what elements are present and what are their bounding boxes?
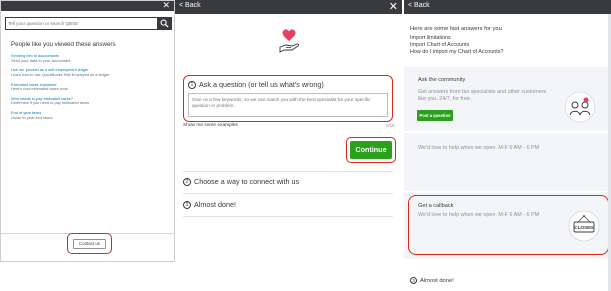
- show-examples-link[interactable]: Show me some examples: [183, 123, 238, 128]
- divider: [183, 171, 393, 172]
- question-textarea[interactable]: [188, 93, 388, 117]
- community-text-line: like you, 24/7, for free.: [418, 96, 472, 102]
- step-number: 2: [183, 177, 191, 186]
- close-icon[interactable]: ✕: [162, 0, 170, 10]
- fast-answers-list: Import limitations Import Chart of Accou…: [410, 35, 503, 56]
- fast-answer-link[interactable]: Import limitations: [410, 35, 503, 42]
- step-label: Almost done!: [194, 200, 236, 209]
- fast-answer-link[interactable]: Import Chart of Accounts: [410, 42, 503, 49]
- close-icon[interactable]: ✕: [389, 0, 398, 13]
- search-input[interactable]: [6, 18, 157, 29]
- panel-top-bar: < Back: [404, 0, 611, 14]
- community-text: Get answers from tax specialists and oth…: [418, 89, 546, 103]
- answer-item[interactable]: Use our product as a self-employment led…: [11, 68, 169, 77]
- search-panel: ✕ People like you viewed these answers S…: [0, 0, 175, 262]
- fast-answer-link[interactable]: How do I import my Chart of Accounts?: [410, 49, 503, 56]
- ask-question-panel: < Back ✕ 1 Ask a question (or tell us wh…: [175, 0, 402, 262]
- community-text-line: Get answers from tax specialists and oth…: [418, 89, 547, 95]
- answer-subtitle: Determine if you need to pay estimated t…: [11, 100, 90, 106]
- divider: [183, 216, 393, 217]
- answer-item[interactable]: Who needs to pay estimated taxes? Determ…: [11, 96, 169, 106]
- step-number: 3: [183, 200, 191, 209]
- answer-subtitle: Send your data to your accountant: [11, 57, 71, 63]
- back-link[interactable]: < Back: [179, 2, 201, 9]
- heart-hand-icon: [279, 29, 299, 53]
- step-label: Choose a way to connect with us: [194, 177, 300, 186]
- step-3-header[interactable]: 3 Almost done!: [183, 200, 236, 209]
- community-title: Ask the community: [418, 77, 466, 83]
- search-icon[interactable]: [160, 19, 169, 28]
- answer-item[interactable]: Estimated taxes explained Here's how est…: [11, 82, 169, 92]
- search-bar: [5, 17, 172, 30]
- closed-sign-label: CLOSED: [574, 225, 594, 230]
- step-2-header[interactable]: 2 Choose a way to connect with us: [183, 177, 299, 186]
- step-3-header[interactable]: 3 Almost done!: [410, 277, 454, 284]
- answer-subtitle: Learn how to use QuickBooks Self-Employe…: [11, 71, 110, 77]
- answer-subtitle: Here's how estimated taxes work: [11, 86, 68, 92]
- character-counter: 0/10: [386, 123, 395, 128]
- post-question-button[interactable]: Post a question: [417, 110, 453, 121]
- answer-subtitle: Guide to year-end taxes: [11, 114, 53, 120]
- divider: [183, 193, 393, 194]
- answer-item[interactable]: End of year taxes Guide to year-end taxe…: [11, 111, 169, 120]
- step-label: Ask a question (or tell us what's wrong): [199, 80, 324, 89]
- step-number: 1: [188, 80, 196, 89]
- community-icon: [564, 91, 596, 123]
- fast-answers-heading: Here are some fast answers for you: [410, 26, 502, 32]
- back-link[interactable]: < Back: [408, 2, 430, 9]
- hours-text: We'd love to help when we open. M-F 6 AM…: [418, 145, 540, 151]
- step-label: Almost done!: [420, 277, 454, 284]
- answers-list: Sending info to accountants Send your da…: [11, 53, 169, 125]
- step-1-header: 1 Ask a question (or tell us what's wron…: [188, 80, 324, 89]
- panel-top-bar: < Back ✕: [175, 0, 402, 14]
- answer-item[interactable]: Sending info to accountants Send your da…: [11, 53, 169, 63]
- closed-sign-icon: CLOSED: [568, 210, 600, 242]
- contact-us-button[interactable]: Contact us: [73, 239, 106, 249]
- hours-card: We'd love to help when we open. M-F 6 AM…: [404, 133, 611, 191]
- answers-heading: People like you viewed these answers: [11, 41, 116, 48]
- step-number: 3: [410, 277, 417, 284]
- panel-top-bar: ✕: [1, 0, 174, 11]
- help-options-panel: < Back Here are some fast answers for yo…: [404, 0, 611, 291]
- continue-button[interactable]: Continue: [350, 141, 392, 159]
